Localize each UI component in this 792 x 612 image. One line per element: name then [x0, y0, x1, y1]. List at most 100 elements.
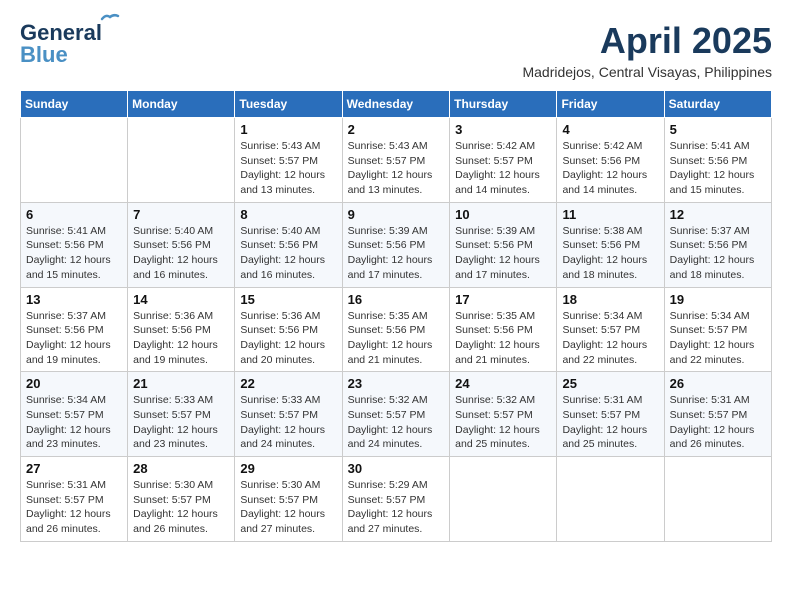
- day-number: 4: [562, 122, 658, 137]
- day-info: Sunrise: 5:37 AM Sunset: 5:56 PM Dayligh…: [670, 224, 766, 283]
- day-number: 22: [240, 376, 336, 391]
- header-monday: Monday: [128, 91, 235, 118]
- day-info: Sunrise: 5:35 AM Sunset: 5:56 PM Dayligh…: [348, 309, 445, 368]
- calendar-cell: [450, 457, 557, 542]
- header-wednesday: Wednesday: [342, 91, 450, 118]
- day-number: 6: [26, 207, 122, 222]
- day-number: 18: [562, 292, 658, 307]
- day-info: Sunrise: 5:31 AM Sunset: 5:57 PM Dayligh…: [670, 393, 766, 452]
- day-info: Sunrise: 5:43 AM Sunset: 5:57 PM Dayligh…: [348, 139, 445, 198]
- logo-bird-icon: [100, 12, 120, 26]
- calendar-cell: 13 Sunrise: 5:37 AM Sunset: 5:56 PM Dayli…: [21, 287, 128, 372]
- day-number: 9: [348, 207, 445, 222]
- title-block: April 2025 Madridejos, Central Visayas, …: [522, 20, 772, 80]
- calendar-cell: 24 Sunrise: 5:32 AM Sunset: 5:57 PM Dayli…: [450, 372, 557, 457]
- calendar-week-2: 6Sunrise: 5:41 AM Sunset: 5:56 PM Daylig…: [21, 202, 772, 287]
- calendar-cell: 20 Sunrise: 5:34 AM Sunset: 5:57 PM Dayli…: [21, 372, 128, 457]
- day-number: 24: [455, 376, 551, 391]
- calendar-cell: 3Sunrise: 5:42 AM Sunset: 5:57 PM Daylig…: [450, 118, 557, 203]
- day-info: Sunrise: 5:33 AM Sunset: 5:57 PM Dayligh…: [133, 393, 229, 452]
- header-thursday: Thursday: [450, 91, 557, 118]
- calendar-cell: 6Sunrise: 5:41 AM Sunset: 5:56 PM Daylig…: [21, 202, 128, 287]
- calendar-week-3: 13 Sunrise: 5:37 AM Sunset: 5:56 PM Dayli…: [21, 287, 772, 372]
- day-number: 28: [133, 461, 229, 476]
- calendar-cell: 18 Sunrise: 5:34 AM Sunset: 5:57 PM Dayli…: [557, 287, 664, 372]
- day-number: 25: [562, 376, 658, 391]
- day-info: Sunrise: 5:38 AM Sunset: 5:56 PM Dayligh…: [562, 224, 658, 283]
- logo-general: General: [20, 20, 102, 45]
- calendar-cell: 16 Sunrise: 5:35 AM Sunset: 5:56 PM Dayli…: [342, 287, 450, 372]
- header-friday: Friday: [557, 91, 664, 118]
- day-info: Sunrise: 5:29 AM Sunset: 5:57 PM Dayligh…: [348, 478, 445, 537]
- day-number: 1: [240, 122, 336, 137]
- calendar-cell: 21Sunrise: 5:33 AM Sunset: 5:57 PM Dayli…: [128, 372, 235, 457]
- day-number: 26: [670, 376, 766, 391]
- day-number: 7: [133, 207, 229, 222]
- page-header: General Blue April 2025 Madridejos, Cent…: [20, 20, 772, 80]
- day-number: 10: [455, 207, 551, 222]
- day-info: Sunrise: 5:37 AM Sunset: 5:56 PM Dayligh…: [26, 309, 122, 368]
- calendar-cell: 15Sunrise: 5:36 AM Sunset: 5:56 PM Dayli…: [235, 287, 342, 372]
- day-number: 5: [670, 122, 766, 137]
- calendar-cell: 1 Sunrise: 5:43 AM Sunset: 5:57 PM Daylig…: [235, 118, 342, 203]
- calendar-cell: 29 Sunrise: 5:30 AM Sunset: 5:57 PM Dayli…: [235, 457, 342, 542]
- header-tuesday: Tuesday: [235, 91, 342, 118]
- calendar-week-1: 1 Sunrise: 5:43 AM Sunset: 5:57 PM Daylig…: [21, 118, 772, 203]
- day-info: Sunrise: 5:32 AM Sunset: 5:57 PM Dayligh…: [348, 393, 445, 452]
- calendar-cell: 14 Sunrise: 5:36 AM Sunset: 5:56 PM Dayli…: [128, 287, 235, 372]
- calendar-table: SundayMondayTuesdayWednesdayThursdayFrid…: [20, 90, 772, 542]
- calendar-cell: 30 Sunrise: 5:29 AM Sunset: 5:57 PM Dayli…: [342, 457, 450, 542]
- calendar-cell: 27Sunrise: 5:31 AM Sunset: 5:57 PM Dayli…: [21, 457, 128, 542]
- calendar-cell: 2 Sunrise: 5:43 AM Sunset: 5:57 PM Daylig…: [342, 118, 450, 203]
- header-sunday: Sunday: [21, 91, 128, 118]
- day-number: 15: [240, 292, 336, 307]
- day-number: 2: [348, 122, 445, 137]
- calendar-cell: 7 Sunrise: 5:40 AM Sunset: 5:56 PM Daylig…: [128, 202, 235, 287]
- day-info: Sunrise: 5:39 AM Sunset: 5:56 PM Dayligh…: [455, 224, 551, 283]
- calendar-cell: [557, 457, 664, 542]
- day-info: Sunrise: 5:40 AM Sunset: 5:56 PM Dayligh…: [133, 224, 229, 283]
- day-info: Sunrise: 5:34 AM Sunset: 5:57 PM Dayligh…: [26, 393, 122, 452]
- calendar-cell: [21, 118, 128, 203]
- day-number: 29: [240, 461, 336, 476]
- calendar-cell: 8Sunrise: 5:40 AM Sunset: 5:56 PM Daylig…: [235, 202, 342, 287]
- calendar-cell: 5 Sunrise: 5:41 AM Sunset: 5:56 PM Daylig…: [664, 118, 771, 203]
- calendar-cell: 12 Sunrise: 5:37 AM Sunset: 5:56 PM Dayli…: [664, 202, 771, 287]
- calendar-cell: 23Sunrise: 5:32 AM Sunset: 5:57 PM Dayli…: [342, 372, 450, 457]
- calendar-cell: 11Sunrise: 5:38 AM Sunset: 5:56 PM Dayli…: [557, 202, 664, 287]
- day-number: 20: [26, 376, 122, 391]
- calendar-week-4: 20 Sunrise: 5:34 AM Sunset: 5:57 PM Dayli…: [21, 372, 772, 457]
- calendar-cell: 25 Sunrise: 5:31 AM Sunset: 5:57 PM Dayli…: [557, 372, 664, 457]
- calendar-cell: 26 Sunrise: 5:31 AM Sunset: 5:57 PM Dayli…: [664, 372, 771, 457]
- calendar-header-row: SundayMondayTuesdayWednesdayThursdayFrid…: [21, 91, 772, 118]
- calendar-cell: 22Sunrise: 5:33 AM Sunset: 5:57 PM Dayli…: [235, 372, 342, 457]
- day-info: Sunrise: 5:34 AM Sunset: 5:57 PM Dayligh…: [670, 309, 766, 368]
- day-number: 14: [133, 292, 229, 307]
- day-info: Sunrise: 5:41 AM Sunset: 5:56 PM Dayligh…: [670, 139, 766, 198]
- day-info: Sunrise: 5:40 AM Sunset: 5:56 PM Dayligh…: [240, 224, 336, 283]
- day-number: 27: [26, 461, 122, 476]
- calendar-cell: 19 Sunrise: 5:34 AM Sunset: 5:57 PM Dayli…: [664, 287, 771, 372]
- calendar-cell: 17Sunrise: 5:35 AM Sunset: 5:56 PM Dayli…: [450, 287, 557, 372]
- day-number: 19: [670, 292, 766, 307]
- location-subtitle: Madridejos, Central Visayas, Philippines: [522, 64, 772, 80]
- day-info: Sunrise: 5:39 AM Sunset: 5:56 PM Dayligh…: [348, 224, 445, 283]
- day-info: Sunrise: 5:43 AM Sunset: 5:57 PM Dayligh…: [240, 139, 336, 198]
- day-info: Sunrise: 5:30 AM Sunset: 5:57 PM Dayligh…: [240, 478, 336, 537]
- day-info: Sunrise: 5:34 AM Sunset: 5:57 PM Dayligh…: [562, 309, 658, 368]
- day-number: 16: [348, 292, 445, 307]
- header-saturday: Saturday: [664, 91, 771, 118]
- calendar-cell: 28 Sunrise: 5:30 AM Sunset: 5:57 PM Dayli…: [128, 457, 235, 542]
- day-info: Sunrise: 5:36 AM Sunset: 5:56 PM Dayligh…: [133, 309, 229, 368]
- calendar-cell: 4Sunrise: 5:42 AM Sunset: 5:56 PM Daylig…: [557, 118, 664, 203]
- day-number: 13: [26, 292, 122, 307]
- day-number: 12: [670, 207, 766, 222]
- calendar-week-5: 27Sunrise: 5:31 AM Sunset: 5:57 PM Dayli…: [21, 457, 772, 542]
- logo: General Blue: [20, 20, 102, 68]
- calendar-cell: [128, 118, 235, 203]
- day-info: Sunrise: 5:32 AM Sunset: 5:57 PM Dayligh…: [455, 393, 551, 452]
- day-number: 30: [348, 461, 445, 476]
- day-info: Sunrise: 5:30 AM Sunset: 5:57 PM Dayligh…: [133, 478, 229, 537]
- month-year-title: April 2025: [522, 20, 772, 62]
- day-info: Sunrise: 5:31 AM Sunset: 5:57 PM Dayligh…: [562, 393, 658, 452]
